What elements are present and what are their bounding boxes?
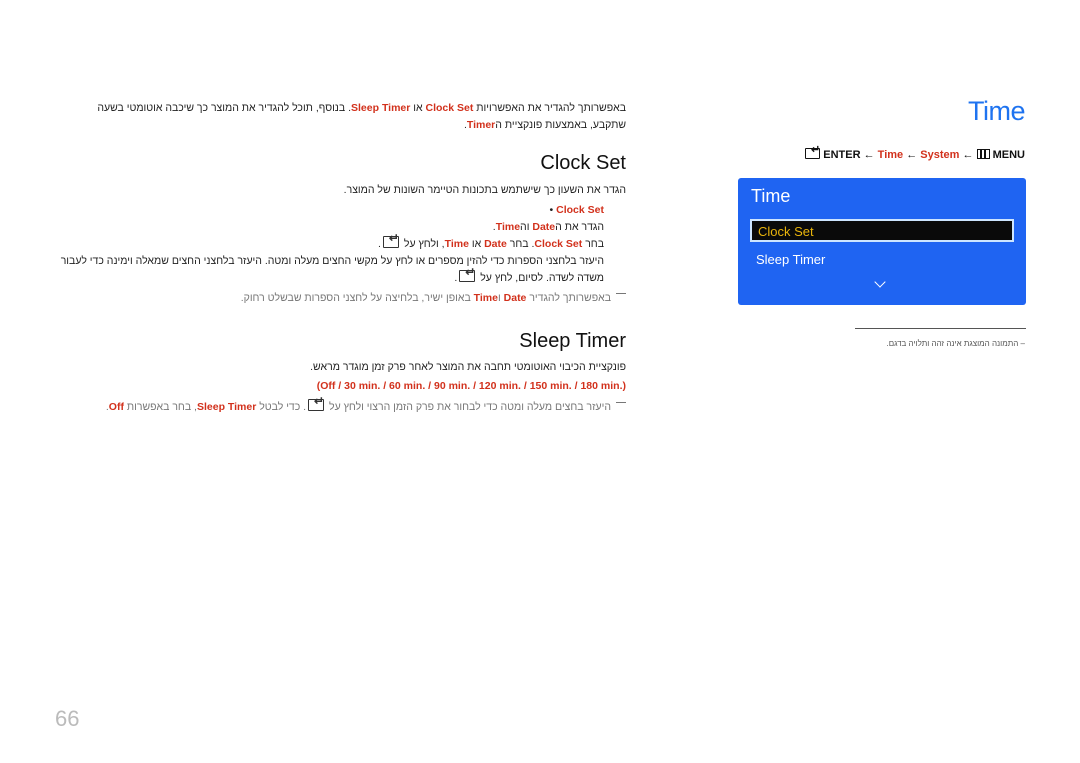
- osd-title: Time: [751, 186, 791, 206]
- enter-icon: [308, 393, 325, 411]
- path-item-time: Time: [877, 149, 904, 161]
- keyword: Timer: [466, 119, 496, 131]
- text: .: [454, 272, 458, 284]
- text: בחר: [582, 238, 604, 250]
- enter-icon: [805, 143, 821, 159]
- bullet-dot: •: [549, 204, 557, 216]
- keyword: Sleep Timer: [196, 401, 257, 413]
- text: באפשרותך להגדיר את האפשרויות: [473, 102, 626, 114]
- clock-set-step-1: הגדר את הDate והTime.: [104, 219, 604, 236]
- keyword: Date: [484, 238, 507, 250]
- clock-set-bullet: • Clock Set: [104, 202, 604, 219]
- page-title: Time: [968, 96, 1026, 126]
- text: היעזר בלחצני הספרות כדי להזין מספרים או …: [60, 255, 604, 284]
- text: .: [378, 238, 381, 250]
- sleep-timer-options: (Off / 30 min. / 60 min. / 90 min. / 120…: [316, 380, 626, 392]
- osd-menu-panel: Time Clock Set Sleep Timer: [738, 178, 1026, 305]
- text: הגדר את ה: [555, 221, 604, 233]
- text: או: [410, 102, 426, 114]
- osd-item-clock-set[interactable]: Clock Set: [750, 219, 1014, 242]
- enter-icon: [459, 264, 476, 282]
- keyword: Time: [495, 221, 521, 233]
- osd-item-label: Clock Set: [758, 224, 814, 239]
- clock-set-step-3: היעזר בלחצני הספרות כדי להזין מספרים או …: [54, 253, 604, 287]
- text: באופן ישיר, בלחיצה על לחצני הספרות שבשלט…: [240, 292, 474, 304]
- keyword: Time: [473, 292, 498, 304]
- page-number: 66: [55, 706, 80, 731]
- keyword: Sleep Timer: [351, 102, 411, 114]
- keyword: Clock Set: [556, 204, 604, 216]
- keyword: Date: [503, 292, 527, 304]
- chevron-down-icon[interactable]: [874, 276, 886, 288]
- sleep-timer-note: היעזר בחצים מעלה ומטה כדי לבחור את פרק ה…: [46, 393, 626, 416]
- text: . בחר: [506, 238, 535, 250]
- text: היעזר בחצים מעלה ומטה כדי לבחור את פרק ה…: [326, 401, 611, 413]
- path-arrow: ←: [906, 149, 918, 161]
- text: . כדי לבטל: [256, 401, 307, 413]
- text: או: [468, 238, 485, 250]
- enter-icon: [382, 230, 399, 248]
- note-dash-icon: [616, 402, 626, 403]
- path-arrow: ←: [962, 149, 974, 161]
- text: , בחר באפשרות: [123, 401, 197, 413]
- keyword: Clock Set: [425, 102, 474, 114]
- menu-label: MENU: [992, 149, 1025, 161]
- text: וה: [520, 221, 533, 233]
- keyword: Off: [108, 401, 124, 413]
- note-dash-icon: [616, 293, 626, 294]
- text: באפשרותך להגדיר: [526, 292, 611, 304]
- clock-set-description: הגדר את השעון כך שישתמש בתכונות הטיימר ה…: [343, 184, 626, 196]
- sleep-timer-description: פונקציית הכיבוי האוטומטי תחבה את המוצר ל…: [310, 361, 626, 373]
- keyword: Date: [532, 221, 556, 233]
- keyword: Time: [444, 238, 469, 250]
- menu-path: ENTER ← Time ← System ← MENU: [805, 143, 1025, 161]
- section-heading-clock-set: Clock Set: [540, 152, 626, 174]
- section-heading-sleep-timer: Sleep Timer: [519, 330, 626, 352]
- intro-paragraph: באפשרותך להגדיר את האפשרויות Clock Set א…: [66, 100, 626, 134]
- image-disclaimer: – התמונה המוצגת אינה זהה ותלויה בדגם.: [886, 339, 1025, 348]
- path-item-system: System: [920, 149, 960, 161]
- enter-label: ENTER: [823, 149, 861, 161]
- osd-item-sleep-timer[interactable]: Sleep Timer: [756, 252, 825, 267]
- text: , ולחץ על: [400, 238, 445, 250]
- clock-set-step-2: בחר Clock Set. בחר Date או Time, ולחץ על…: [104, 230, 604, 253]
- path-arrow: ←: [863, 149, 875, 161]
- clock-set-note: באפשרותך להגדיר Date וTime באופן ישיר, ב…: [66, 290, 626, 307]
- menu-icon: [976, 149, 990, 159]
- divider: [855, 328, 1026, 329]
- keyword: Clock Set: [534, 238, 583, 250]
